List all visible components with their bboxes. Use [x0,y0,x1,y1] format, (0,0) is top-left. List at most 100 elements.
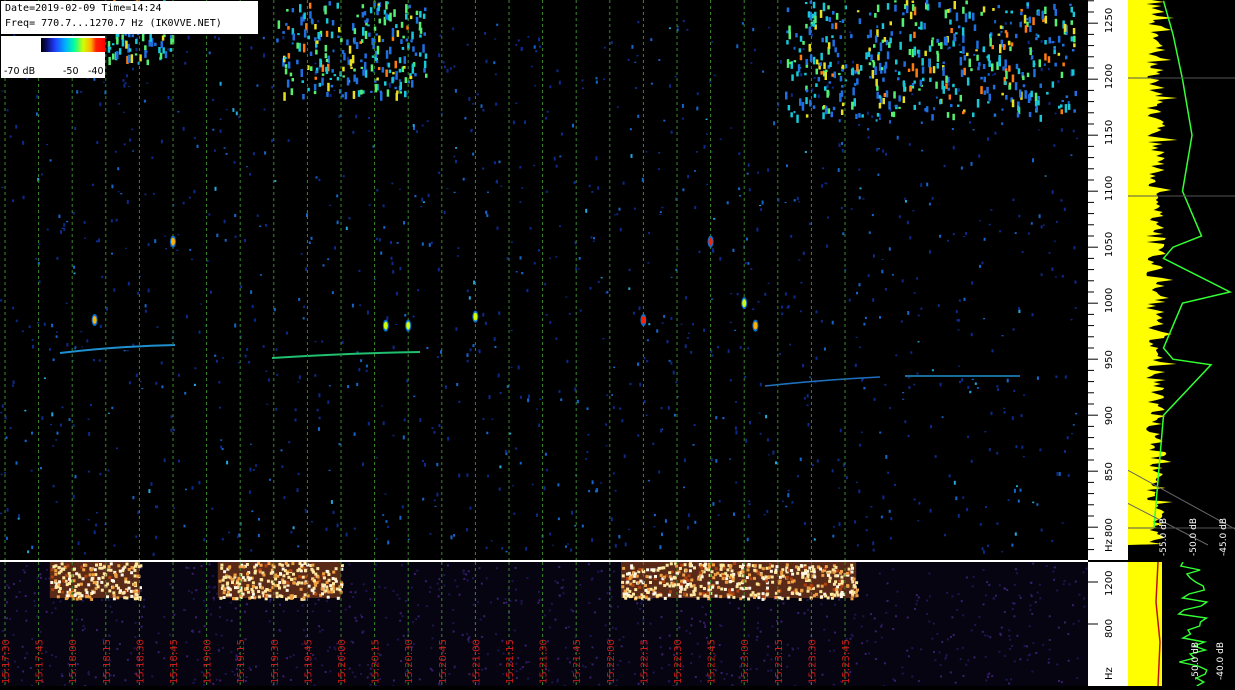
burst-speckle [54,579,57,582]
burst-speckle [638,586,641,589]
burst-speckle [839,588,842,591]
burst-speckle [108,576,111,579]
burst-speckle [727,596,730,599]
burst-speckle [276,592,279,595]
burst-speckle [663,576,666,579]
burst-speckle [668,594,671,597]
burst-speckle [787,569,790,572]
burst-speckle [298,575,301,578]
burst-speckle [92,573,95,576]
color-scale-bar [41,38,105,52]
burst-speckle [840,593,843,596]
burst-speckle [258,596,261,599]
burst-speckle [825,565,828,568]
burst-speckle [226,594,229,597]
burst-speckle [714,573,717,576]
wideband-bursts [50,562,859,601]
freq-tick-label: 1200 [1104,64,1115,89]
burst-speckle [267,580,270,583]
burst-speckle [117,564,120,567]
spectrum-svg: -55.0 dB-50.0 dB-45.0 dB [1128,0,1235,560]
burst-speckle [675,565,678,568]
wideband-svg: 15:17:3015:17:4515:18:0015:18:1515:18:30… [0,562,1088,686]
burst-speckle [239,565,242,568]
burst-speckle [630,576,633,579]
burst-speckle [835,588,838,591]
burst-speckle [725,577,728,580]
burst-speckle [813,576,816,579]
burst-speckle [262,574,265,577]
burst-speckle [679,567,682,570]
burst-speckle [760,573,763,576]
burst-speckle [54,573,57,576]
burst-speckle [800,589,803,592]
burst-speckle [853,578,856,581]
burst-speckle [804,572,807,575]
freq-tick-label: 1100 [1104,176,1115,201]
burst-speckle [725,581,728,584]
burst-speckle [733,562,736,565]
burst-speckle [329,584,332,587]
burst-speckle [827,596,830,599]
burst-speckle [732,596,735,599]
burst-speckle [699,592,702,595]
burst-speckle [736,585,739,588]
burst-speckle [720,588,723,591]
burst-speckle [821,574,824,577]
spectrum-average-line [1154,1,1230,527]
burst-speckle [268,589,271,592]
time-tick-label: 15:22:15 [639,639,650,684]
burst-speckle [322,572,325,575]
burst-speckle [824,594,827,597]
echo-point [473,313,477,321]
burst-speckle [846,572,849,575]
burst-speckle [220,567,223,570]
freq-unit-label: Hz [1104,539,1115,552]
burst-speckle [311,564,314,567]
burst-speckle [279,573,282,576]
waterfall-svg [0,0,1088,560]
time-tick-label: 15:18:30 [135,639,146,684]
burst-speckle [79,597,82,600]
burst-speckle [92,591,95,594]
burst-speckle [745,587,748,590]
burst-speckle [304,593,307,596]
burst-speckle [268,562,271,565]
burst-speckle [265,597,268,600]
time-tick-label: 15:22:00 [606,639,617,684]
burst-speckle [701,575,704,578]
burst-speckle [786,563,789,566]
burst-speckle [766,587,769,590]
burst-speckle [62,568,65,571]
burst-speckle [328,579,331,582]
burst-speckle [51,568,54,571]
burst-speckle [321,592,324,595]
burst-speckle [630,566,633,569]
burst-speckle [765,580,768,583]
burst-speckle [283,581,286,584]
burst-speckle [771,565,774,568]
burst-speckle [652,593,655,596]
burst-speckle [757,593,760,596]
burst-speckle [715,595,718,598]
burst-speckle [828,580,831,583]
burst-speckle [327,591,330,594]
burst-speckle [107,569,110,572]
burst-speckle [316,567,319,570]
burst-speckle [724,588,727,591]
burst-speckle [65,574,68,577]
trace-line [272,352,420,358]
burst-speckle [630,595,633,598]
burst-speckle [282,574,285,577]
burst-speckle [650,588,653,591]
freq-tick-label: 950 [1104,350,1115,369]
burst-speckle [807,573,810,576]
burst-speckle [796,572,799,575]
burst-speckle [134,593,137,596]
freq-tick-label: 850 [1104,462,1115,481]
burst-speckle [791,592,794,595]
burst-speckle [85,589,88,592]
burst-speckle [113,597,116,600]
burst-speckle [247,591,250,594]
burst-speckle [231,578,234,581]
